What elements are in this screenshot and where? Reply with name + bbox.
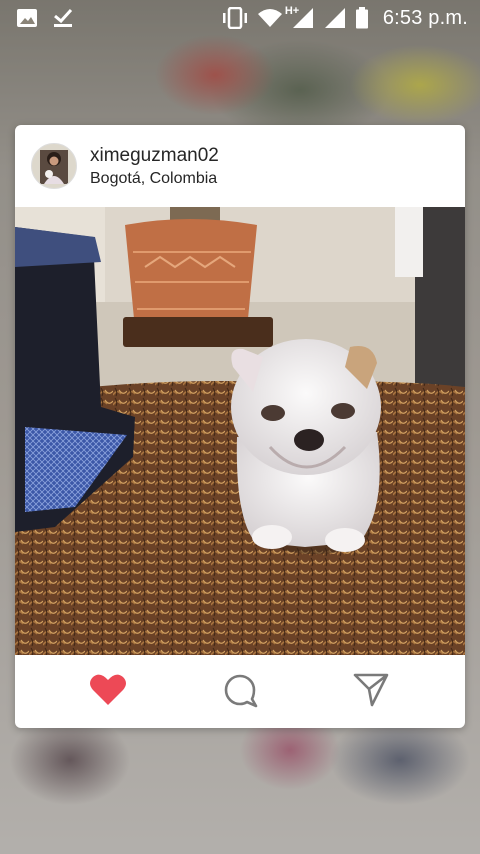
comment-icon[interactable] [218,668,262,712]
username[interactable]: ximeguzman02 [90,145,219,167]
post-actions [15,655,465,728]
battery-icon [355,7,369,29]
post-image[interactable] [15,207,465,655]
download-done-icon [52,8,74,28]
avatar[interactable] [31,143,77,189]
gallery-icon [16,8,38,28]
wifi-icon [257,8,283,28]
location[interactable]: Bogotá, Colombia [90,170,219,188]
vibrate-icon [221,7,249,29]
post-header: ximeguzman02 Bogotá, Colombia [15,125,465,207]
share-icon[interactable] [349,668,393,712]
clock: 6:53 p.m. [382,6,468,29]
post-preview-card[interactable]: ximeguzman02 Bogotá, Colombia [15,125,465,728]
status-bar: H+ 6:53 p.m. [0,0,480,36]
network-type-label: H+ [284,5,300,17]
heart-icon[interactable] [86,668,130,712]
signal-icon: H+ [285,5,315,29]
signal-icon [323,7,347,29]
